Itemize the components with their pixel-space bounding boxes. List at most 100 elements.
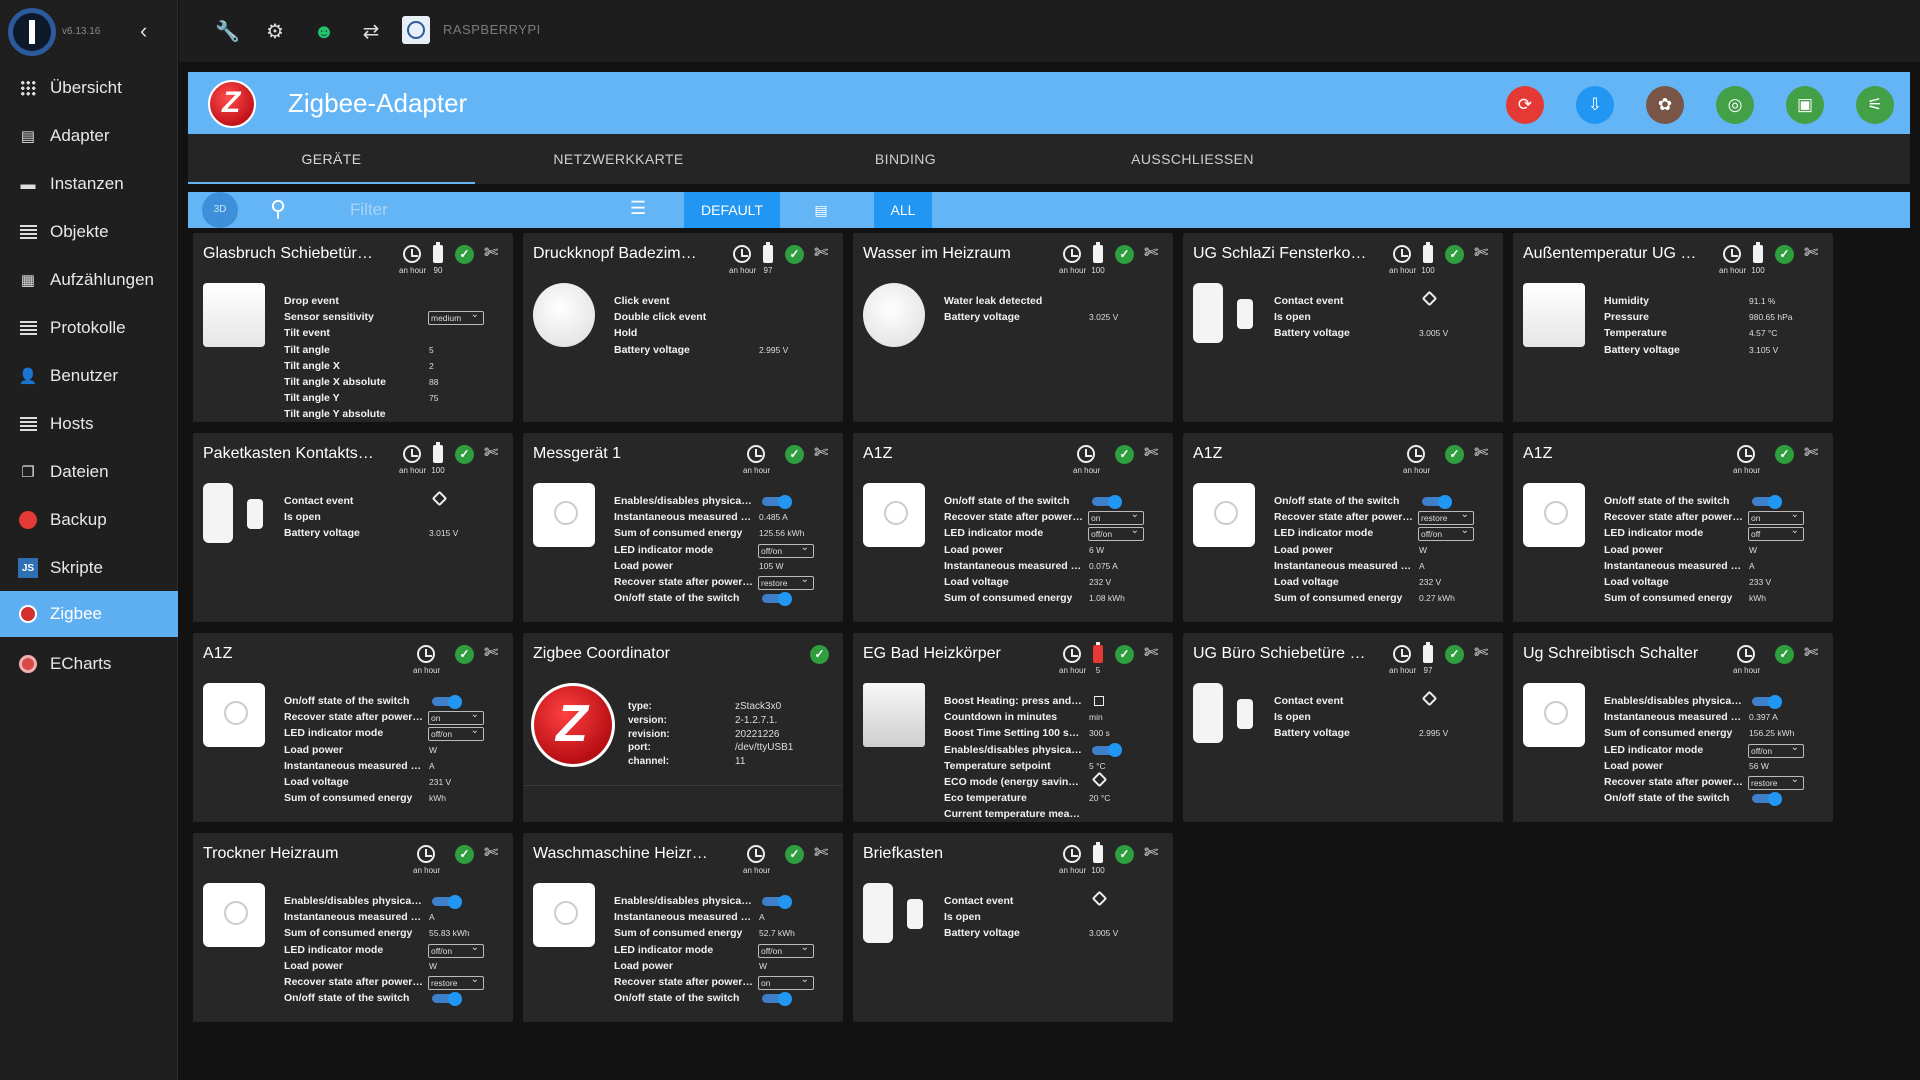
unpair-icon[interactable]: ✄ <box>1804 443 1818 463</box>
state-toggle[interactable] <box>762 494 792 509</box>
unpair-icon[interactable]: ✄ <box>814 843 828 863</box>
collapse-sidebar-icon[interactable]: ‹ <box>140 18 147 44</box>
pairing-button[interactable]: ◎ <box>1716 86 1754 124</box>
state-select[interactable]: restore <box>1418 509 1474 526</box>
sidebar-item-benutzer[interactable]: 👤 Benutzer <box>0 353 178 399</box>
default-button[interactable]: DEFAULT <box>684 192 780 228</box>
state-toggle[interactable] <box>762 591 792 606</box>
state-select[interactable]: off/on <box>428 942 484 958</box>
sidebar-item-aufzaehlungen[interactable]: ▦ Aufzählungen <box>0 257 178 303</box>
sort-icon[interactable]: ☰ <box>630 198 646 219</box>
wrench-icon[interactable]: 🔧 <box>215 20 240 44</box>
unpair-icon[interactable]: ✄ <box>814 243 828 263</box>
state-checkbox[interactable] <box>1094 696 1104 706</box>
state-toggle[interactable] <box>1752 791 1782 806</box>
device-card[interactable]: Außentemperatur UG … an hour 100 ✓ ✄ Humidity… <box>1513 233 1833 422</box>
sidebar-item-backup[interactable]: Backup <box>0 497 178 543</box>
device-card[interactable]: Glasbruch Schiebetür… an hour 90 ✓ ✄ Drop eve… <box>193 233 513 422</box>
unpair-icon[interactable]: ✄ <box>484 843 498 863</box>
unpair-icon[interactable]: ✄ <box>1144 843 1158 863</box>
device-card[interactable]: A1Z an hour ✓ ✄ On/off state of the switch Re… <box>853 433 1173 622</box>
reset-button[interactable]: ⟳ <box>1506 86 1544 124</box>
sidebar-item-echarts[interactable]: ECharts <box>0 641 178 687</box>
sidebar-item-protokolle[interactable]: Protokolle <box>0 305 178 351</box>
state-toggle[interactable] <box>1092 494 1122 509</box>
settings-icon[interactable]: ⚙ <box>263 20 287 44</box>
touchlink-button[interactable]: ▣ <box>1786 86 1824 124</box>
state-toggle[interactable] <box>1422 494 1452 509</box>
unpair-icon[interactable]: ✄ <box>1804 643 1818 663</box>
device-card[interactable]: A1Z an hour ✓ ✄ On/off state of the switch Re… <box>1513 433 1833 622</box>
state-toggle[interactable] <box>1752 494 1782 509</box>
state-select[interactable]: on <box>1748 509 1804 526</box>
state-select[interactable]: off/on <box>1088 525 1144 542</box>
sidebar-item-adapter[interactable]: ▤ Adapter <box>0 113 178 159</box>
state-toggle[interactable] <box>1092 743 1122 758</box>
sidebar-item-instanzen[interactable]: ▬ Instanzen <box>0 161 178 207</box>
unpair-icon[interactable]: ✄ <box>1144 643 1158 663</box>
sidebar-item-skripte[interactable]: JS Skripte <box>0 545 178 591</box>
state-select[interactable]: off/on <box>1748 742 1804 758</box>
unpair-icon[interactable]: ✄ <box>484 243 498 263</box>
device-card[interactable]: Waschmaschine Heizraum an hour ✓ ✄ Enables/d… <box>523 833 843 1022</box>
device-card[interactable]: Trockner Heizraum an hour ✓ ✄ Enables/disabl… <box>193 833 513 1022</box>
view-3d-button[interactable]: 3D <box>202 192 238 228</box>
state-toggle[interactable] <box>432 694 462 709</box>
sidebar-item-objekte[interactable]: Objekte <box>0 209 178 255</box>
device-card[interactable]: EG Bad Heizkörper an hour 5 ✓ ✄ Boost Heating… <box>853 633 1173 822</box>
device-card[interactable]: UG Büro Schiebetüre … an hour 97 ✓ ✄ Contact … <box>1183 633 1503 822</box>
host-logo-icon[interactable] <box>402 16 430 44</box>
state-select[interactable]: off/on <box>428 725 484 742</box>
unpair-icon[interactable]: ✄ <box>1144 243 1158 263</box>
view-mode-icon[interactable]: ▤ <box>796 192 846 228</box>
device-card[interactable]: Messgerät 1 an hour ✓ ✄ Enables/disables phy… <box>523 433 843 622</box>
permit-join-button[interactable]: ⚟ <box>1856 86 1894 124</box>
state-select[interactable]: on <box>428 709 484 726</box>
device-card[interactable]: A1Z an hour ✓ ✄ On/off state of the switch Re… <box>193 633 513 822</box>
device-card[interactable]: Paketkasten Kontakts… an hour 100 ✓ ✄ Contact… <box>193 433 513 622</box>
state-select[interactable]: off/on <box>1418 525 1474 542</box>
state-toggle[interactable] <box>1752 694 1782 709</box>
state-toggle[interactable] <box>762 894 792 909</box>
sidebar-item-hosts[interactable]: Hosts <box>0 401 178 447</box>
state-toggle[interactable] <box>432 991 462 1006</box>
unpair-icon[interactable]: ✄ <box>1804 243 1818 263</box>
state-select[interactable]: off <box>1748 525 1804 542</box>
unpair-icon[interactable]: ✄ <box>1474 443 1488 463</box>
tab-ausschliessen[interactable]: AUSSCHLIESSEN <box>1049 134 1336 184</box>
state-select[interactable]: off/on <box>758 942 814 958</box>
device-card[interactable]: Ug Schreibtisch Schalter an hour ✓ ✄ Enables… <box>1513 633 1833 822</box>
state-select[interactable]: on <box>1088 509 1144 526</box>
state-select[interactable]: restore <box>428 974 484 990</box>
device-card[interactable]: A1Z an hour ✓ ✄ On/off state of the switch Re… <box>1183 433 1503 622</box>
tab-geraete[interactable]: GERÄTE <box>188 134 475 184</box>
sync-off-icon[interactable]: ⇄ <box>359 20 383 44</box>
tab-netzwerkkarte[interactable]: NETZWERKKARTE <box>475 134 762 184</box>
iobroker-logo[interactable] <box>8 8 56 56</box>
device-card[interactable]: Druckknopf Badezim… an hour 97 ✓ ✄ Click even… <box>523 233 843 422</box>
state-select[interactable]: medium <box>428 309 484 326</box>
device-card[interactable]: Zigbee Coordinator ✓ type: zStack3x0 version… <box>523 633 843 822</box>
device-card[interactable]: Briefkasten an hour 100 ✓ ✄ Contact event Is o… <box>853 833 1173 1022</box>
state-select[interactable]: restore <box>758 574 814 590</box>
sidebar-item-uebersicht[interactable]: Übersicht <box>0 65 178 111</box>
sidebar-item-zigbee[interactable]: Zigbee <box>0 591 178 637</box>
device-card[interactable]: UG SchlaZi Fensterko… an hour 100 ✓ ✄ Contact… <box>1183 233 1503 422</box>
state-select[interactable]: off/on <box>758 542 814 558</box>
unpair-icon[interactable]: ✄ <box>1474 643 1488 663</box>
ota-update-button[interactable]: ⇩ <box>1576 86 1614 124</box>
unpair-icon[interactable]: ✄ <box>1474 243 1488 263</box>
state-toggle[interactable] <box>432 894 462 909</box>
state-toggle[interactable] <box>762 991 792 1006</box>
all-button[interactable]: ALL <box>874 192 932 228</box>
filter-input[interactable] <box>350 198 610 222</box>
device-card[interactable]: Wasser im Heizraum an hour 100 ✓ ✄ Water leak… <box>853 233 1173 422</box>
state-select[interactable]: restore <box>1748 774 1804 790</box>
unpair-icon[interactable]: ✄ <box>814 443 828 463</box>
expert-mode-icon[interactable]: ☻ <box>312 20 336 44</box>
unpair-icon[interactable]: ✄ <box>484 643 498 663</box>
sidebar-item-dateien[interactable]: ❐ Dateien <box>0 449 178 495</box>
groups-button[interactable]: ✿ <box>1646 86 1684 124</box>
tab-binding[interactable]: BINDING <box>762 134 1049 184</box>
unpair-icon[interactable]: ✄ <box>1144 443 1158 463</box>
